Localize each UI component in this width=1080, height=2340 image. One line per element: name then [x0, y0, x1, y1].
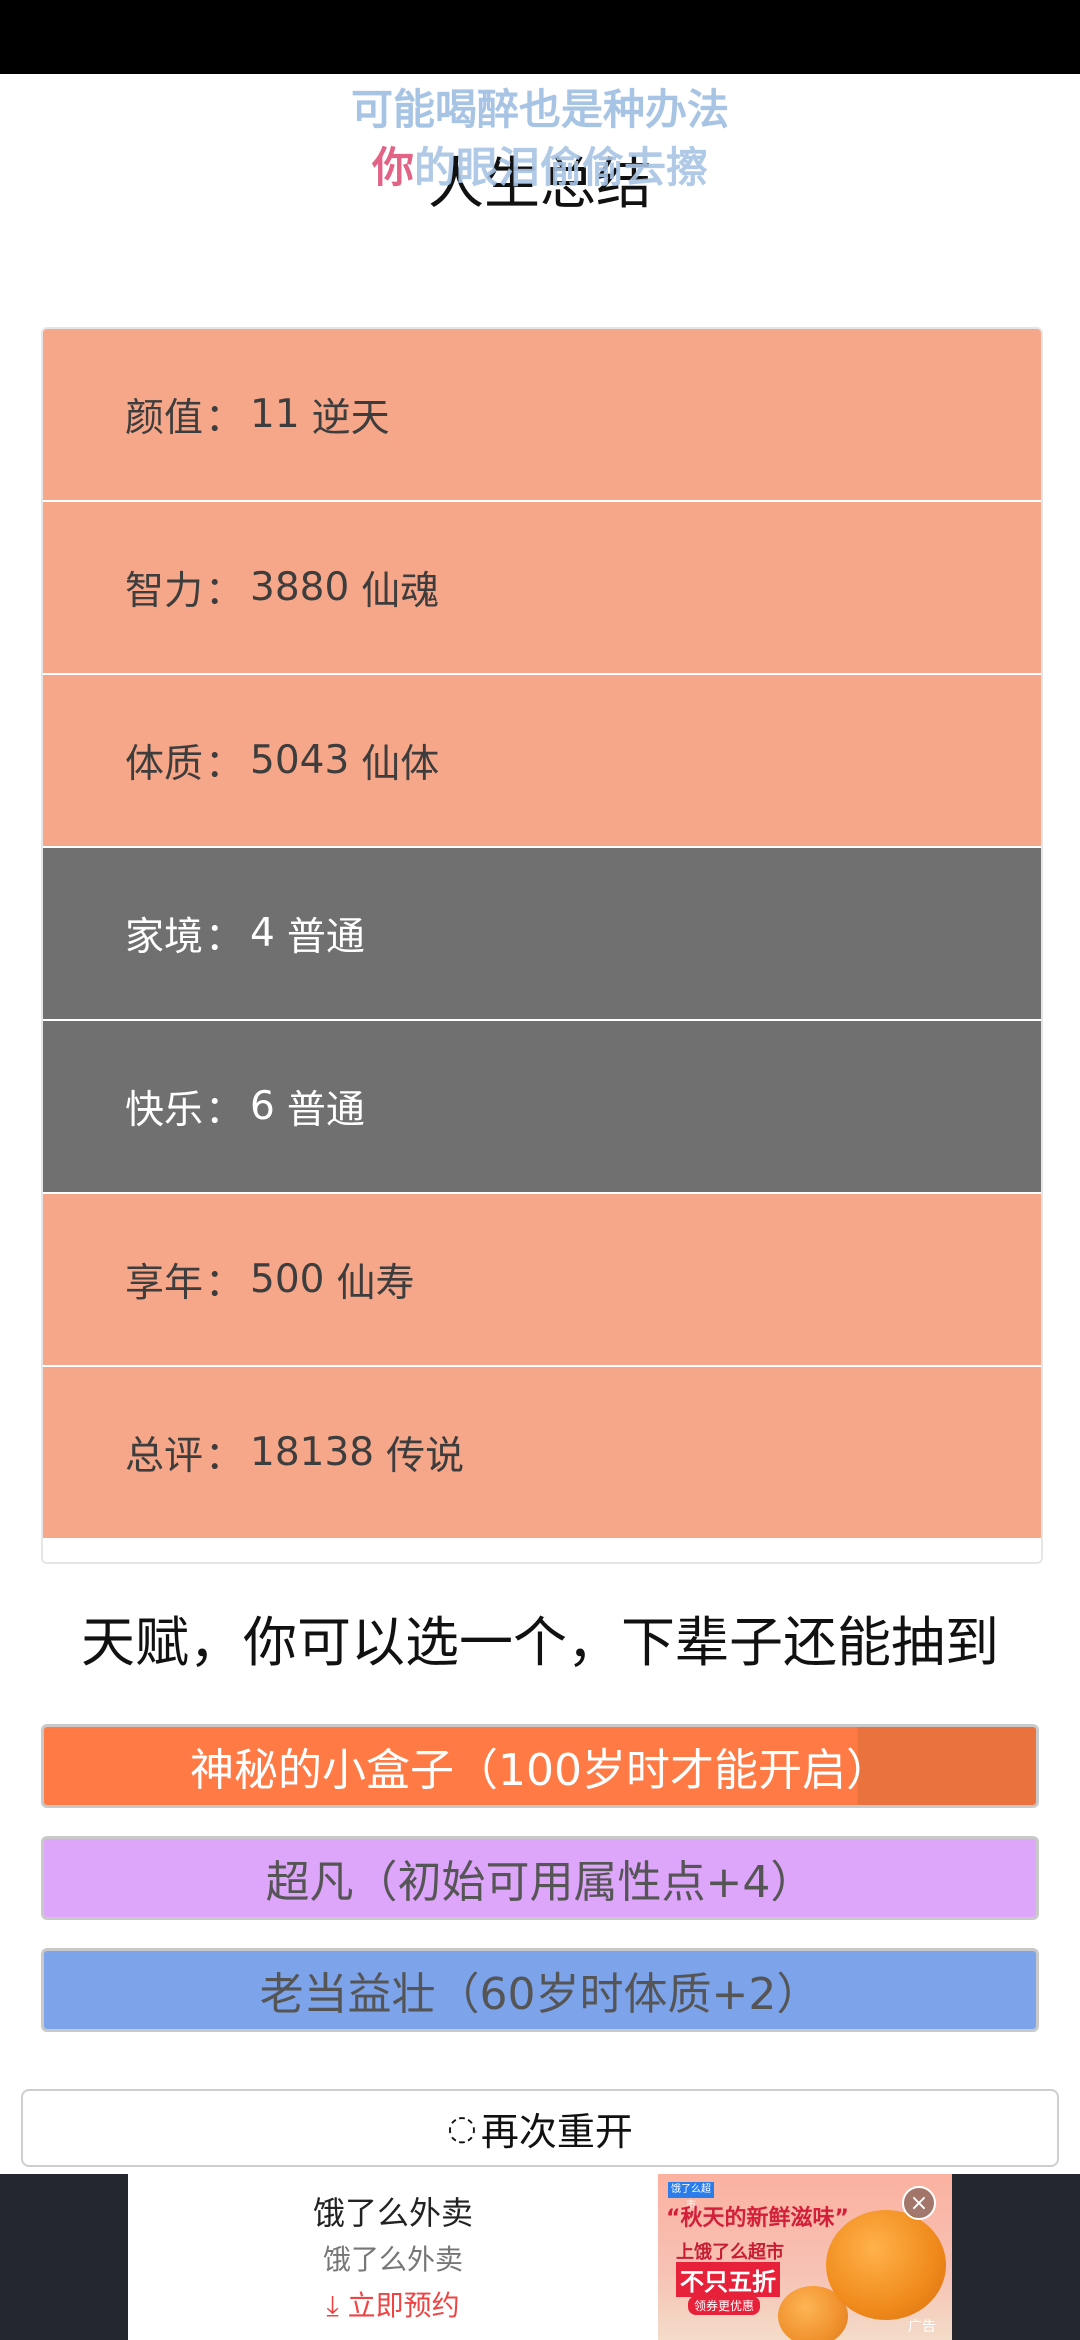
pumpkin-illustration: [778, 2286, 848, 2340]
ad-subtitle: 饿了么外卖: [322, 2243, 463, 2276]
ad-image-line-1: 上饿了么超市: [676, 2242, 784, 2263]
stat-value: 18138: [250, 1430, 375, 1475]
stat-separator: ：: [205, 395, 245, 441]
lyric-line-1: 可能喝醉也是种办法: [350, 85, 729, 134]
lyric-line-2: 你的眼泪偷偷去擦: [0, 142, 1080, 194]
stat-separator: ：: [205, 741, 245, 787]
stat-row-happiness: 快乐： 6 普通: [43, 1021, 1041, 1194]
stats-card: 颜值： 11 逆天 智力： 3880 仙魂 体质： 5043 仙体 家境： 4 普通 快乐： 6 普…: [41, 327, 1043, 1564]
stat-separator: ：: [205, 1260, 245, 1306]
ad-image-line-3: 领券更优惠: [688, 2296, 761, 2315]
ad-cta-label: 立即预约: [347, 2289, 460, 2322]
talent-option-vigorous-age[interactable]: 老当益壮（60岁时体质+2）: [41, 1948, 1039, 2032]
download-arrow-icon: ⤓: [326, 2289, 348, 2322]
stat-label: 家境: [125, 914, 204, 960]
stat-separator: ：: [205, 1087, 245, 1133]
stat-level: 仙寿: [336, 1260, 415, 1306]
stat-row-lifespan: 享年： 500 仙寿: [43, 1194, 1041, 1367]
ad-image-badge: 饿了么超市: [668, 2182, 714, 2211]
close-icon: ×: [909, 2190, 929, 2216]
stat-level: 传说: [386, 1433, 465, 1479]
stat-label: 快乐: [125, 1087, 204, 1133]
stat-level: 普通: [286, 1087, 365, 1133]
stat-separator: ：: [205, 568, 245, 614]
stat-label: 体质: [125, 741, 204, 787]
ad-image-headline: “秋天的新鲜滋味”: [666, 2206, 849, 2231]
stat-level: 普通: [286, 914, 365, 960]
stat-level: 逆天: [311, 395, 390, 441]
stat-value: 11: [250, 392, 300, 437]
stat-separator: ：: [205, 914, 245, 960]
ad-cta-button[interactable]: ⤓ 立即预约: [128, 2284, 658, 2324]
ad-content[interactable]: 饿了么外卖 饿了么外卖 ⤓ 立即预约 饿了么超市 “秋天的新鲜滋味” 上饿了么超…: [128, 2174, 952, 2340]
stat-row-family: 家境： 4 普通: [43, 848, 1041, 1021]
stat-row-intelligence: 智力： 3880 仙魂: [43, 502, 1041, 675]
refresh-icon: ◌: [447, 2108, 477, 2148]
talent-option-mystery-box[interactable]: 神秘的小盒子（100岁时才能开启）: [41, 1724, 1039, 1808]
restart-label: 再次重开: [480, 2109, 633, 2154]
stat-value: 3880: [250, 565, 350, 610]
stat-level: 仙魂: [361, 568, 440, 614]
ad-title[interactable]: 饿了么外卖: [128, 2188, 658, 2234]
ad-banner[interactable]: 饿了么外卖 饿了么外卖 ⤓ 立即预约 饿了么超市 “秋天的新鲜滋味” 上饿了么超…: [0, 2174, 1080, 2340]
lyric-rest: 的眼泪偷偷去擦: [414, 143, 709, 192]
talent-option-extraordinary[interactable]: 超凡（初始可用属性点+4）: [41, 1836, 1039, 1920]
stat-value: 4: [250, 911, 275, 956]
stat-level: 仙体: [361, 741, 440, 787]
restart-button[interactable]: ◌ 再次重开: [21, 2089, 1059, 2167]
lyric-highlight: 你: [371, 143, 414, 192]
ad-label: 广告: [908, 2319, 936, 2335]
talent-heading: 天赋，你可以选一个，下辈子还能抽到: [81, 1611, 999, 1674]
stat-label: 颜值: [125, 395, 204, 441]
stat-row-appearance: 颜值： 11 逆天: [43, 329, 1041, 502]
stat-value: 6: [250, 1084, 275, 1129]
stat-row-overall: 总评： 18138 传说: [43, 1367, 1041, 1540]
stat-separator: ：: [205, 1433, 245, 1479]
ad-image-line-2: 不只五折: [676, 2262, 780, 2297]
status-bar: [0, 0, 1080, 74]
stat-value: 500: [250, 1257, 325, 1302]
stat-label: 智力: [125, 568, 204, 614]
stat-label: 享年: [125, 1260, 204, 1306]
stat-label: 总评: [125, 1433, 204, 1479]
stat-row-constitution: 体质： 5043 仙体: [43, 675, 1041, 848]
stat-value: 5043: [250, 738, 350, 783]
ad-close-button[interactable]: ×: [902, 2186, 936, 2220]
